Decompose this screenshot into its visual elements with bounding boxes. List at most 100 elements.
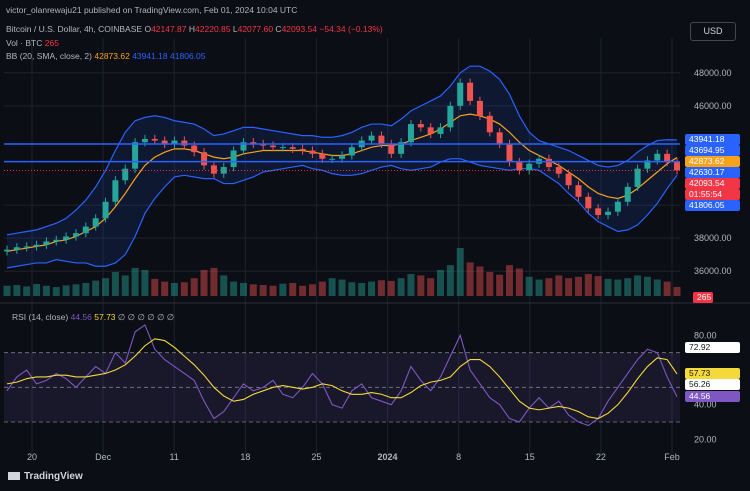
candle-body — [181, 140, 188, 146]
volume-bar — [466, 262, 474, 296]
candle-body — [141, 138, 148, 143]
candle-body — [279, 147, 286, 149]
volume-bar — [230, 281, 238, 296]
volume-bar — [584, 274, 592, 296]
candle-body — [201, 152, 208, 166]
rsi-axis-tick: 20.00 — [694, 434, 717, 444]
candle-body — [63, 236, 70, 240]
volume-bar — [62, 285, 70, 296]
candle-body — [4, 249, 10, 252]
candle-body — [595, 208, 602, 215]
time-axis-label: Dec — [95, 452, 112, 462]
volume-bar — [486, 272, 494, 296]
candle-body — [348, 147, 355, 156]
bb-legend[interactable]: BB (20, SMA, close, 2) 42873.62 43941.18… — [6, 51, 205, 61]
candle-body — [23, 246, 30, 248]
volume-bar — [13, 285, 21, 296]
price-axis-tick: 46000.00 — [694, 101, 732, 111]
close-value: 42093.54 — [281, 24, 318, 34]
volume-bar — [506, 265, 513, 296]
tradingview-logo[interactable]: TradingView — [8, 471, 83, 482]
volume-bar — [23, 286, 31, 296]
volume-label: Vol · BTC — [6, 38, 43, 48]
volume-bar — [525, 276, 533, 296]
volume-bar — [92, 280, 100, 296]
bb-label: BB (20, SMA, close, 2) — [6, 51, 92, 61]
candle-body — [339, 155, 345, 159]
rsi-tag: 57.73 — [685, 368, 740, 380]
candle-body — [329, 158, 336, 160]
published-by: victor_olanrewaju21 published on Trading… — [6, 5, 298, 15]
volume-bar — [614, 279, 622, 296]
candle-body — [634, 168, 641, 187]
rsi-legend[interactable]: RSI (14, close) 44.56 57.73 ∅ ∅ ∅ ∅ ∅ ∅ — [12, 312, 174, 323]
candle-body — [299, 148, 306, 151]
volume-bar — [141, 269, 149, 296]
candle-body — [545, 158, 552, 168]
candle-body — [378, 135, 385, 144]
volume-bar — [220, 275, 228, 296]
volume-bar — [102, 278, 110, 296]
candle-body — [112, 180, 119, 202]
candle-body — [624, 186, 631, 202]
volume-bar — [535, 279, 543, 296]
volume-bar — [565, 278, 573, 296]
candle-body — [496, 132, 503, 144]
symbol-title[interactable]: Bitcoin / U.S. Dollar, 4h, COINBASE — [6, 24, 142, 34]
candle-body — [407, 124, 414, 143]
volume-legend[interactable]: Vol · BTC 265 — [6, 38, 59, 48]
change-value: −54.34 (−0.13%) — [319, 24, 383, 34]
volume-bar — [437, 269, 445, 296]
volume-bar — [121, 275, 129, 296]
volume-bar — [131, 267, 139, 296]
rsi-ma-value: 57.73 — [94, 312, 116, 322]
price-axis-tick: 38000.00 — [694, 233, 732, 243]
candle-body — [309, 150, 316, 154]
candle-body — [72, 233, 79, 237]
candle-body — [437, 127, 444, 134]
chart-canvas[interactable]: 48000.0046000.0040000.0038000.0036000.00… — [0, 0, 750, 491]
volume-bar — [515, 268, 523, 296]
volume-bar — [279, 283, 287, 296]
price-tag: 01:55:54 — [685, 189, 740, 201]
volume-bar — [52, 287, 60, 296]
volume-bar — [210, 267, 218, 296]
candle-body — [319, 153, 326, 159]
volume-bar — [446, 265, 454, 296]
time-axis[interactable]: 20 Dec 11 18 25 2024 8 15 22 Feb — [27, 452, 680, 462]
candle-body — [102, 201, 109, 219]
volume-bar — [308, 284, 316, 296]
tradingview-logo-icon — [8, 472, 20, 481]
candle-body — [427, 127, 434, 134]
candle-body — [476, 100, 483, 116]
volume-bar — [673, 286, 681, 296]
volume-bar — [239, 282, 247, 296]
candle-body — [486, 115, 493, 133]
volume-bar — [299, 285, 307, 296]
bb-basis-value: 42873.62 — [94, 51, 130, 61]
candle-body — [151, 138, 158, 141]
time-axis-label: Feb — [664, 452, 680, 462]
volume-bar — [151, 278, 159, 296]
candle-body — [43, 241, 50, 245]
volume-bar — [653, 279, 661, 296]
footer — [0, 466, 750, 491]
price-tag: 42093.54 — [685, 178, 740, 190]
candle-body — [368, 135, 375, 141]
low-value: 42077.60 — [237, 24, 274, 34]
tradingview-chart: 48000.0046000.0040000.0038000.0036000.00… — [0, 0, 750, 491]
rsi-tag: 56.26 — [685, 379, 740, 391]
currency-button[interactable]: USD — [690, 22, 736, 41]
high-value: 42220.85 — [195, 24, 231, 34]
volume-bar — [328, 278, 336, 296]
price-axis-tick: 36000.00 — [694, 266, 732, 276]
volume-bar — [111, 272, 119, 296]
volume-bar — [161, 281, 169, 296]
volume-bar — [368, 281, 376, 296]
time-axis-label: 25 — [311, 452, 321, 462]
candle-body — [585, 196, 592, 209]
volume-value: 265 — [44, 38, 59, 48]
rsi-tag: 72.92 — [685, 342, 740, 354]
volume-bar — [407, 274, 415, 296]
price-tag: 42873.62 — [685, 156, 740, 168]
